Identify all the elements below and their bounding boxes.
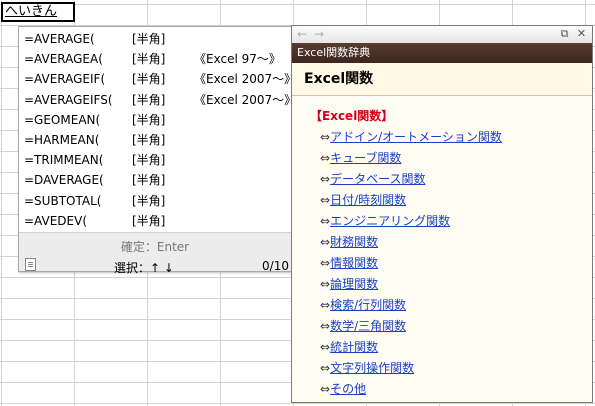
candidate-version-note: 《Excel 2007～》 xyxy=(194,92,297,107)
candidate-item[interactable]: =AVERAGEIF( [半角] 《Excel 2007～》 xyxy=(19,69,296,89)
candidate-width-tag: [半角] xyxy=(132,52,166,67)
candidate-width-tag: [半角] xyxy=(132,193,166,208)
candidate-item[interactable]: =DAVERAGE( [半角] xyxy=(19,170,291,190)
candidate-function: =HARMEAN( xyxy=(24,132,100,147)
candidate-function: =AVERAGE( xyxy=(24,32,95,46)
category-link-label[interactable]: キューブ関数 xyxy=(330,151,401,165)
ime-candidate-window: =AVERAGE([半角] =AVERAGEA([半角] 《Excel 97～》 =A… xyxy=(18,26,296,275)
page-counter: 0/10 xyxy=(262,259,289,273)
double-arrow-icon: ⇔ xyxy=(320,151,331,165)
category-link[interactable]: ⇔日付/時刻関数 xyxy=(320,190,502,211)
candidate-function: =AVERAGEA( xyxy=(24,52,103,67)
category-link[interactable]: ⇔財務関数 xyxy=(320,232,502,253)
candidate-function: =TRIMMEAN( xyxy=(24,153,104,168)
category-link-label[interactable]: 検索/行列関数 xyxy=(330,298,406,312)
candidate-item[interactable]: =AVERAGE( [半角] xyxy=(19,29,291,49)
document-icon[interactable] xyxy=(25,258,36,271)
category-link[interactable]: ⇔データベース関数 xyxy=(320,169,502,190)
category-link[interactable]: ⇔検索/行列関数 xyxy=(320,295,502,316)
back-arrow-icon[interactable]: ← xyxy=(295,27,309,41)
candidate-list: =AVERAGE([半角] =AVERAGEA([半角] 《Excel 97～》 =A… xyxy=(19,29,296,231)
category-link-label[interactable]: 文字列操作関数 xyxy=(330,361,414,375)
category-link-label[interactable]: エンジニアリング関数 xyxy=(330,214,450,228)
category-link-label[interactable]: 統計関数 xyxy=(330,340,378,354)
double-arrow-icon: ⇔ xyxy=(320,256,331,270)
candidate-footer: 確定：Enter 選択：↑ ↓ 0/10 xyxy=(19,232,291,275)
candidate-width-tag: [半角] xyxy=(132,173,166,188)
category-link-label[interactable]: 情報関数 xyxy=(330,256,378,270)
double-arrow-icon: ⇔ xyxy=(320,235,331,249)
confirm-hint: 確定：Enter xyxy=(120,240,190,254)
double-arrow-icon: ⇔ xyxy=(320,214,331,228)
double-arrow-icon: ⇔ xyxy=(320,130,331,144)
double-arrow-icon: ⇔ xyxy=(320,277,331,291)
candidate-item[interactable]: =TRIMMEAN( [半角] xyxy=(19,150,291,170)
category-link[interactable]: ⇔統計関数 xyxy=(320,337,502,358)
select-hint: 選択：↑ ↓ xyxy=(114,261,174,275)
section-label: 【Excel関数】 xyxy=(310,109,394,123)
candidate-width-tag: [半角] xyxy=(132,132,166,147)
double-arrow-icon: ⇔ xyxy=(320,340,331,354)
category-link[interactable]: ⇔情報関数 xyxy=(320,253,502,274)
category-link[interactable]: ⇔エンジニアリング関数 xyxy=(320,211,502,232)
candidate-function: =AVEDEV( xyxy=(24,213,87,228)
category-link-label[interactable]: 数学/三角関数 xyxy=(330,319,406,333)
candidate-function: =GEOMEAN( xyxy=(24,112,101,127)
double-arrow-icon: ⇔ xyxy=(320,382,331,396)
active-cell-editor[interactable]: へいきん xyxy=(1,2,75,22)
category-link-label[interactable]: 財務関数 xyxy=(330,235,378,249)
candidate-width-tag: [半角] xyxy=(132,153,166,168)
dictionary-heading: Excel関数 xyxy=(292,63,592,96)
candidate-width-tag: [半角] xyxy=(132,92,166,107)
candidate-width-tag: [半角] xyxy=(132,213,166,228)
candidate-item[interactable]: =AVERAGEIFS( [半角] 《Excel 2007～》 xyxy=(19,90,296,110)
category-link[interactable]: ⇔数学/三角関数 xyxy=(320,316,502,337)
candidate-item[interactable]: =GEOMEAN( [半角] xyxy=(19,110,291,130)
double-arrow-icon: ⇔ xyxy=(320,319,331,333)
category-link[interactable]: ⇔論理関数 xyxy=(320,274,502,295)
category-link[interactable]: ⇔アドイン/オートメーション関数 xyxy=(320,127,502,148)
double-arrow-icon: ⇔ xyxy=(320,172,331,186)
candidate-width-tag: [半角] xyxy=(132,112,166,127)
candidate-item[interactable]: =SUBTOTAL( [半角] xyxy=(19,191,291,211)
double-arrow-icon: ⇔ xyxy=(320,193,331,207)
category-link-list: ⇔アドイン/オートメーション関数 ⇔キューブ関数 ⇔データベース関数 ⇔日付/時刻関数… xyxy=(320,127,502,400)
candidate-version-note: 《Excel 2007～》 xyxy=(194,72,297,87)
category-link[interactable]: ⇔その他 xyxy=(320,379,502,400)
double-arrow-icon: ⇔ xyxy=(320,298,331,312)
candidate-function: =DAVERAGE( xyxy=(24,173,104,188)
category-link-label[interactable]: 日付/時刻関数 xyxy=(330,193,406,207)
category-link[interactable]: ⇔キューブ関数 xyxy=(320,148,502,169)
double-arrow-icon: ⇔ xyxy=(320,361,331,375)
close-icon[interactable]: ✕ xyxy=(574,27,589,41)
category-link-label[interactable]: 論理関数 xyxy=(330,277,378,291)
candidate-width-tag: [半角] xyxy=(132,32,166,46)
dictionary-toolbar: ← → ⧉ ✕ xyxy=(292,26,592,44)
dictionary-title: Excel関数辞典 xyxy=(292,43,592,63)
forward-arrow-icon[interactable]: → xyxy=(312,27,326,41)
candidate-function: =AVERAGEIF( xyxy=(24,72,106,87)
candidate-item[interactable]: =HARMEAN( [半角] xyxy=(19,130,291,150)
candidate-width-tag: [半角] xyxy=(132,72,166,87)
category-link[interactable]: ⇔文字列操作関数 xyxy=(320,358,502,379)
candidate-function: =AVERAGEIFS( xyxy=(24,92,113,107)
function-dictionary-panel: ← → ⧉ ✕ Excel関数辞典 Excel関数 【Excel関数】 ⇔アドイ… xyxy=(291,25,593,403)
category-link-label[interactable]: アドイン/オートメーション関数 xyxy=(330,130,502,144)
category-link-label[interactable]: データベース関数 xyxy=(330,172,425,186)
category-link-label[interactable]: その他 xyxy=(330,382,366,396)
candidate-item[interactable]: =AVEDEV( [半角] xyxy=(19,211,291,231)
candidate-item[interactable]: =AVERAGEA( [半角] 《Excel 97～》 xyxy=(19,49,291,69)
candidate-version-note: 《Excel 97～》 xyxy=(194,52,281,67)
ime-composition-text: へいきん xyxy=(5,4,58,19)
candidate-function: =SUBTOTAL( xyxy=(24,193,102,208)
dictionary-body: Excel関数 【Excel関数】 ⇔アドイン/オートメーション関数 ⇔キューブ関… xyxy=(292,63,592,402)
restore-icon[interactable]: ⧉ xyxy=(557,27,572,41)
